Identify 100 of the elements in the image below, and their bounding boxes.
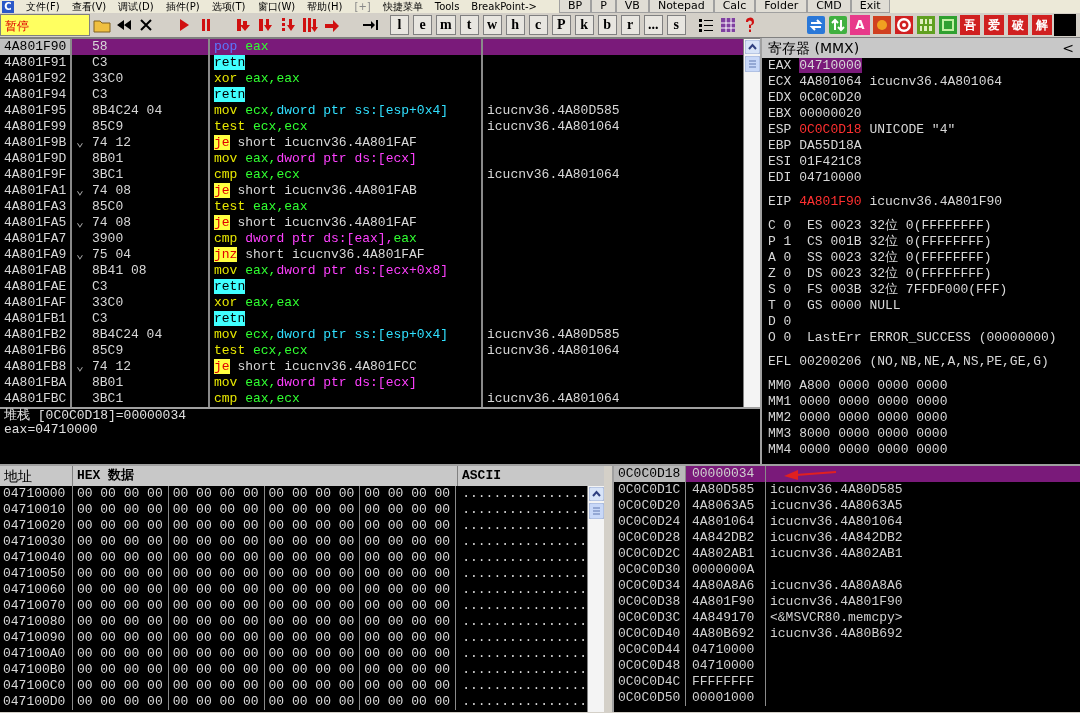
scroll-thumb[interactable] [588, 503, 604, 519]
stack-row[interactable]: 0C0C0D30 0000000A [614, 562, 1080, 578]
toolbar-button[interactable]: w [482, 15, 502, 35]
stack-row[interactable]: 0C0C0D18 00000034 [614, 466, 1080, 482]
toolbar-button[interactable]: 解 [1032, 15, 1052, 35]
register-value[interactable]: 4A801F90 [799, 194, 862, 209]
address-cell: 0C0C0D44 [614, 642, 686, 658]
toolbar-button[interactable]: 爱 [984, 15, 1004, 35]
toolbar-button[interactable]: l [390, 15, 409, 35]
flag-value[interactable]: 0 [783, 282, 807, 297]
window-icon[interactable] [938, 15, 958, 35]
hex-bytes: 33C0 [92, 295, 124, 311]
stack-row[interactable]: 0C0C0D38 4A801F90 icucnv36.4A801F90 [614, 594, 1080, 610]
register-value[interactable]: DA55D18A [799, 138, 862, 153]
toolbar-button[interactable]: Notepad [648, 0, 714, 13]
column-header[interactable]: 地址 [0, 466, 73, 486]
register-value[interactable]: 8000 0000 0000 0000 [799, 426, 948, 441]
toolbar-button[interactable]: e [413, 15, 432, 35]
binary-icon[interactable] [916, 15, 936, 35]
stack-row[interactable]: 0C0C0D48 04710000 [614, 658, 1080, 674]
hex-cell: 00 00 00 00 [360, 502, 457, 518]
stack-row[interactable]: 0C0C0D44 04710000 [614, 642, 1080, 658]
scrollbar[interactable] [587, 486, 604, 712]
stack-row[interactable]: 0C0C0D40 4A80B692 icucnv36.4A80B692 [614, 626, 1080, 642]
flag-value[interactable]: 0 [783, 314, 807, 329]
flag-value[interactable]: 0 [783, 298, 807, 313]
menu-item[interactable]: 帮助(H) [307, 0, 343, 13]
toolbar-button[interactable]: ... [643, 15, 663, 35]
toolbar-button[interactable]: P [591, 0, 616, 13]
stack-row[interactable]: 0C0C0D2C 4A802AB1 icucnv36.4A802AB1 [614, 546, 1080, 562]
font-button[interactable]: A [850, 15, 870, 35]
register-value[interactable]: 01F421C8 [799, 154, 862, 169]
scroll-up-icon[interactable] [588, 487, 604, 501]
stack-row[interactable]: 0C0C0D34 4A80A8A6 icucnv36.4A80A8A6 [614, 578, 1080, 594]
toolbar-button[interactable]: Calc [713, 0, 756, 13]
menu-item[interactable]: BreakPoint-> [471, 0, 537, 13]
toolbar-button[interactable]: Folder [755, 0, 808, 13]
flag-detail: FS 003B 32位 7FFDF000(FFF) [807, 282, 1008, 297]
menu-item[interactable]: Tools [434, 0, 460, 13]
flag-value[interactable]: 0 [783, 250, 807, 265]
register-value[interactable]: 0000 0000 0000 0000 [799, 410, 948, 425]
address-cell: 04710080 [0, 614, 73, 630]
toolbar-button[interactable]: k [574, 15, 594, 35]
register-value[interactable]: 04710000 [799, 58, 862, 73]
toolbar-button[interactable]: h [505, 15, 525, 35]
target-icon[interactable] [894, 15, 914, 35]
register-value[interactable]: A800 0000 0000 0000 [799, 378, 948, 393]
hex-bytes: 3BC1 [92, 391, 124, 407]
toolbar-button[interactable]: CMD [807, 0, 851, 13]
toolbar-button[interactable]: b [597, 15, 617, 35]
color-swatch[interactable] [1054, 14, 1076, 36]
register-value[interactable]: 0C0C0D18 [799, 122, 862, 137]
scrollbar[interactable] [743, 39, 760, 407]
toolbar-button[interactable]: c [528, 15, 548, 35]
trace-over-icon[interactable] [300, 15, 320, 35]
register-value[interactable]: 00200206 [799, 354, 870, 369]
toolbar-button[interactable]: 吾 [960, 15, 980, 35]
menu-item[interactable]: 查看(V) [71, 0, 107, 13]
menu-item[interactable]: 窗口(W) [257, 0, 296, 13]
flag-value[interactable]: 1 [783, 234, 807, 249]
stack-row[interactable]: 0C0C0D24 4A801064 icucnv36.4A801064 [614, 514, 1080, 530]
toolbar-button[interactable]: r [620, 15, 640, 35]
register-value[interactable]: 00000020 [799, 106, 862, 121]
scroll-up-icon[interactable] [744, 40, 760, 54]
record-icon[interactable] [872, 15, 892, 35]
refresh-icon[interactable] [806, 15, 826, 35]
menu-item[interactable]: 快捷菜单 [382, 0, 423, 13]
menu-item[interactable]: 选项(T) [211, 0, 246, 13]
column-header[interactable]: HEX 数据 [73, 466, 458, 486]
stack-row[interactable]: 0C0C0D28 4A842DB2 icucnv36.4A842DB2 [614, 530, 1080, 546]
toolbar-button[interactable]: VB [615, 0, 649, 13]
toolbar-button[interactable]: t [459, 15, 479, 35]
register-value[interactable]: 0C0C0D20 [799, 90, 862, 105]
instruction-text: je short icucnv36.4A801FAF [214, 215, 417, 230]
toolbar-button[interactable]: P [551, 15, 571, 35]
stack-row[interactable]: 0C0C0D20 4A8063A5 icucnv36.4A8063A5 [614, 498, 1080, 514]
register-value[interactable]: 0000 0000 0000 0000 [799, 394, 948, 409]
toolbar-button[interactable]: 破 [1008, 15, 1028, 35]
stack-row[interactable]: 0C0C0D1C 4A80D585 icucnv36.4A80D585 [614, 482, 1080, 498]
flag-name: T [768, 298, 777, 313]
flag-value[interactable]: 0 [783, 218, 807, 233]
menu-item[interactable]: 文件(F) [26, 0, 60, 13]
column-header[interactable]: ASCII [458, 466, 604, 486]
menu-item[interactable]: 插件(P) [165, 0, 200, 13]
toolbar-button[interactable]: Exit [850, 0, 890, 13]
collapse-toggle[interactable]: < [1062, 37, 1074, 59]
stack-row[interactable]: 0C0C0D50 00001000 [614, 690, 1080, 706]
flag-value[interactable]: 0 [783, 266, 807, 281]
stack-row[interactable]: 0C0C0D4C FFFFFFFF [614, 674, 1080, 690]
toolbar-button[interactable]: m [436, 15, 456, 35]
menu-item[interactable]: 调试(D) [118, 0, 154, 13]
scroll-thumb[interactable] [744, 56, 760, 72]
register-value[interactable]: 0000 0000 0000 0000 [799, 442, 948, 457]
stack-row[interactable]: 0C0C0D3C 4A849170 <&MSVCR80.memcpy> [614, 610, 1080, 626]
flag-value[interactable]: 0 [783, 330, 807, 345]
toolbar-button[interactable]: s [666, 15, 686, 35]
arrows-icon[interactable] [828, 15, 848, 35]
register-value[interactable]: 04710000 [799, 170, 862, 185]
toolbar-button[interactable]: BP [559, 0, 592, 13]
register-value[interactable]: 4A801064 [799, 74, 862, 89]
